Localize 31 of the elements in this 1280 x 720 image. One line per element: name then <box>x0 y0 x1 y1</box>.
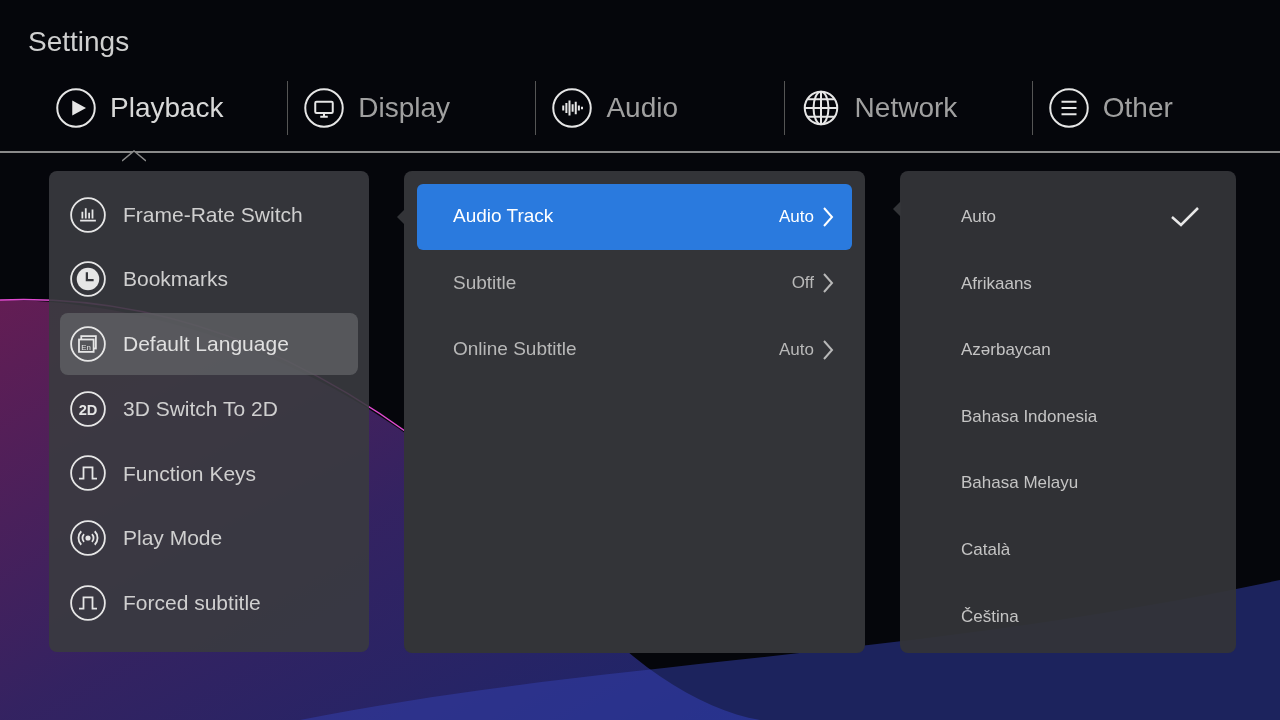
option-label: Subtitle <box>453 270 517 295</box>
language-choice[interactable]: Azərbaycan <box>961 316 1200 384</box>
category-item[interactable]: 2D 3D Switch To 2D <box>60 377 358 440</box>
category-item[interactable]: Function Keys <box>60 442 358 505</box>
category-item[interactable]: En Default Language <box>60 312 358 375</box>
2d-icon: 2D <box>70 390 106 427</box>
category-item[interactable]: Frame-Rate Switch <box>60 183 358 246</box>
option-label: Audio Track <box>453 204 554 229</box>
category-item[interactable]: Bookmarks <box>60 248 358 311</box>
language-icon: En <box>70 325 106 362</box>
settings-tab[interactable]: Display <box>288 78 536 138</box>
option-row[interactable]: Subtitle Off <box>417 250 852 317</box>
option-value: Auto <box>779 205 814 228</box>
language-choice[interactable]: Čeština <box>961 583 1200 650</box>
settings-tab[interactable]: Other <box>1032 78 1280 138</box>
page-title: Settings <box>27 25 131 59</box>
option-label: Online Subtitle <box>453 337 577 362</box>
settings-tab[interactable]: Playback <box>40 78 288 138</box>
option-value: Auto <box>779 338 814 361</box>
language-choice[interactable]: Bahasa Indonesia <box>961 383 1200 450</box>
category-item[interactable]: Play Mode <box>60 506 358 569</box>
language-choice[interactable]: Bahasa Melayu <box>961 449 1200 517</box>
settings-tab[interactable]: Audio <box>536 78 784 138</box>
settings-tab[interactable]: Network <box>784 78 1032 138</box>
option-row[interactable]: Audio Track Auto <box>417 183 852 250</box>
option-value: Off <box>791 272 814 295</box>
language-choice[interactable]: Auto <box>961 183 1200 251</box>
category-item[interactable]: Forced subtitle <box>60 571 358 634</box>
language-choice[interactable]: Català <box>961 516 1200 584</box>
language-choice[interactable]: Afrikaans <box>961 250 1200 317</box>
option-row[interactable]: Online Subtitle Auto <box>417 316 852 383</box>
